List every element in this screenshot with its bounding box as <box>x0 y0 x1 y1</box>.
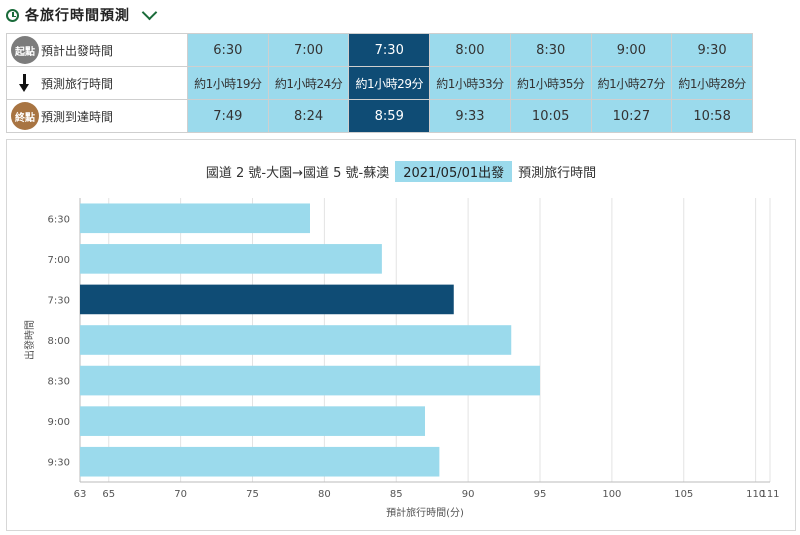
duration-cell[interactable]: 約1小時28分 <box>671 66 753 100</box>
bar <box>80 365 540 396</box>
chart-panel: 國道 2 號-大園→國道 5 號-蘇澳 2021/05/01出發 預測旅行時間 … <box>6 139 796 531</box>
x-tick-label: 80 <box>318 489 331 500</box>
arrive-row: 終點 預測到達時間 7:49 8:24 8:59 9:33 10:05 10:2… <box>6 99 753 133</box>
section-header[interactable]: 各旅行時間預測 <box>6 4 158 26</box>
depart-cell[interactable]: 6:30 <box>187 33 269 67</box>
depart-row-label: 起點 預計出發時間 <box>6 33 188 67</box>
y-tick-label: 9:00 <box>48 417 70 428</box>
section-title: 各旅行時間預測 <box>25 8 130 24</box>
chevron-down-icon[interactable] <box>141 4 158 21</box>
duration-cell[interactable]: 約1小時27分 <box>590 66 673 100</box>
end-badge: 終點 <box>11 102 39 130</box>
x-tick-label: 63 <box>74 489 87 500</box>
y-tick-label: 9:30 <box>48 458 70 469</box>
depart-cell[interactable]: 9:00 <box>590 33 673 67</box>
arrive-row-label: 終點 預測到達時間 <box>6 99 188 133</box>
arrive-cell-selected[interactable]: 8:59 <box>348 99 431 133</box>
depart-cell[interactable]: 7:00 <box>267 33 350 67</box>
y-tick-label: 7:30 <box>48 295 70 306</box>
x-tick-label: 70 <box>174 489 187 500</box>
x-tick-label: 90 <box>462 489 475 500</box>
y-axis-title: 出發時間 <box>23 320 36 360</box>
duration-row-label: 預測旅行時間 <box>6 66 188 100</box>
bar <box>80 203 310 234</box>
start-badge: 起點 <box>11 36 39 64</box>
duration-row: 預測旅行時間 約1小時19分 約1小時24分 約1小時29分 約1小時33分 約… <box>6 66 753 100</box>
y-tick-label: 7:00 <box>48 255 70 266</box>
duration-cell[interactable]: 約1小時35分 <box>509 66 592 100</box>
bar-chart: 63 65 70 75 80 85 90 95 100 105 1101116:307:007:30… <box>23 198 780 519</box>
arrive-cell[interactable]: 8:24 <box>267 99 350 133</box>
y-tick-label: 8:00 <box>48 336 70 347</box>
arrive-cell[interactable]: 9:33 <box>429 99 511 133</box>
x-tick-label: 95 <box>534 489 547 500</box>
depart-label: 預計出發時間 <box>41 43 114 58</box>
y-tick-label: 8:30 <box>48 377 70 388</box>
schedule-table: 起點 預計出發時間 6:30 7:00 7:30 8:00 8:30 9:00 … <box>6 33 753 133</box>
duration-label: 預測旅行時間 <box>41 76 114 91</box>
x-tick-label: 100 <box>602 489 621 500</box>
duration-cell[interactable]: 約1小時19分 <box>187 66 269 100</box>
arrive-cell[interactable]: 10:27 <box>590 99 673 133</box>
x-tick-label: 105 <box>674 489 693 500</box>
x-tick-label: 65 <box>102 489 115 500</box>
depart-cell[interactable]: 8:30 <box>509 33 592 67</box>
depart-cell[interactable]: 8:00 <box>429 33 511 67</box>
x-axis-title: 預計旅行時間(分) <box>386 506 464 519</box>
x-tick-label: 111 <box>760 489 779 500</box>
arrive-cell[interactable]: 7:49 <box>187 99 269 133</box>
clock-icon <box>6 8 19 22</box>
arrow-down-icon <box>11 69 39 97</box>
bar <box>80 325 512 355</box>
duration-cell-selected[interactable]: 約1小時29分 <box>348 66 431 100</box>
x-tick-label: 85 <box>390 489 403 500</box>
bar <box>80 446 440 477</box>
bar-highlighted <box>80 284 454 315</box>
arrive-label: 預測到達時間 <box>41 109 114 124</box>
duration-cell[interactable]: 約1小時24分 <box>267 66 350 100</box>
y-tick-label: 6:30 <box>48 214 70 225</box>
arrive-cell[interactable]: 10:58 <box>671 99 753 133</box>
bar <box>80 244 382 274</box>
duration-cell[interactable]: 約1小時33分 <box>429 66 511 100</box>
x-tick-label: 75 <box>246 489 259 500</box>
depart-cell[interactable]: 9:30 <box>671 33 753 67</box>
arrive-cell[interactable]: 10:05 <box>509 99 592 133</box>
bar <box>80 406 425 436</box>
depart-row: 起點 預計出發時間 6:30 7:00 7:30 8:00 8:30 9:00 … <box>6 33 753 67</box>
depart-cell-selected[interactable]: 7:30 <box>348 33 431 67</box>
